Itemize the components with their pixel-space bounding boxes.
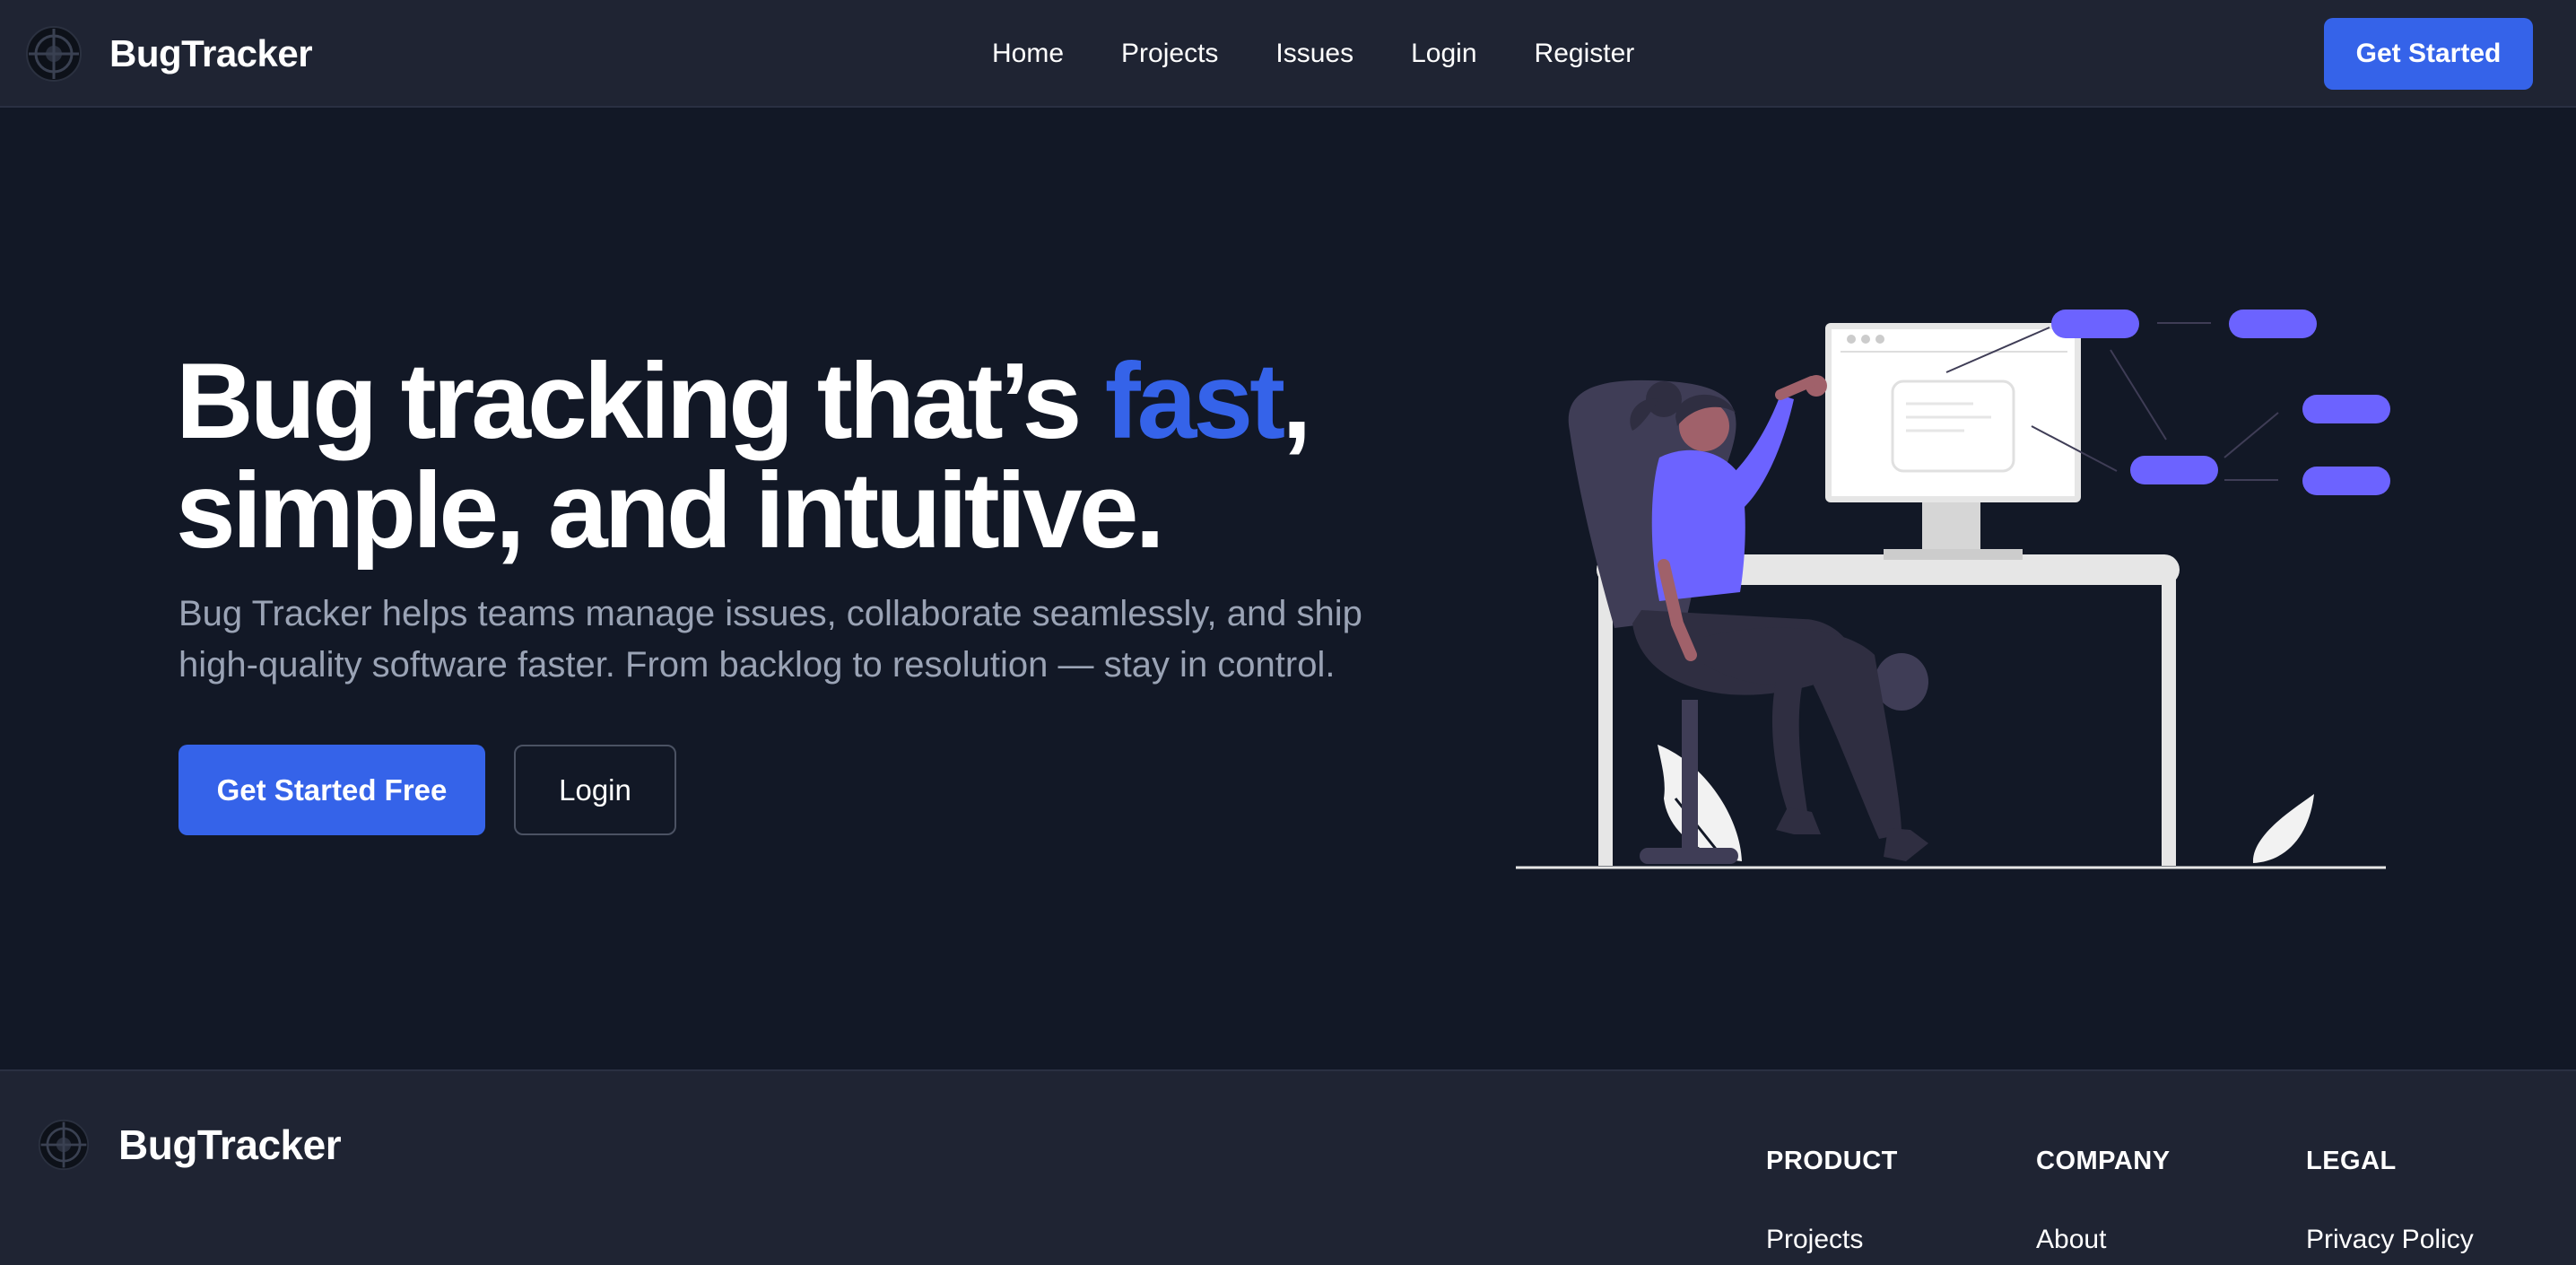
footer-link-about[interactable]: About [2036, 1225, 2106, 1255]
hero-login-button[interactable]: Login [514, 745, 676, 835]
hero-title-line2: simple, and intuitive. [176, 450, 1165, 571]
top-navbar: BugTracker Home Projects Issues Login Re… [0, 0, 2576, 108]
nav-projects-link[interactable]: Projects [1121, 39, 1218, 69]
nav-issues-link[interactable]: Issues [1275, 39, 1353, 69]
brand-home-link[interactable]: BugTracker [25, 23, 313, 84]
hero-subtitle: Bug Tracker helps teams manage issues, c… [178, 594, 1362, 685]
hero-title: Bug tracking that’s fast, simple, and in… [176, 346, 1432, 565]
hero-title-part2: , [1282, 341, 1311, 461]
get-started-button[interactable]: Get Started [2324, 18, 2533, 90]
nav-login-link[interactable]: Login [1411, 39, 1476, 69]
footer-heading-product: PRODUCT [1766, 1147, 1898, 1175]
footer-link-privacy-policy[interactable]: Privacy Policy [2306, 1225, 2474, 1255]
get-started-free-button[interactable]: Get Started Free [178, 745, 485, 835]
footer-heading-legal: LEGAL [2306, 1147, 2397, 1175]
nav-home-link[interactable]: Home [992, 39, 1064, 69]
footer-link-projects[interactable]: Projects [1766, 1225, 1863, 1255]
hero-title-accent: fast [1104, 341, 1285, 461]
bug-target-icon [26, 26, 82, 82]
hero-title-part1: Bug tracking that’s [176, 341, 1105, 461]
person-at-computer-illustration [1516, 310, 2390, 869]
footer-heading-company: COMPANY [2036, 1147, 2171, 1175]
site-footer: BugTracker PRODUCT COMPANY LEGAL Project… [0, 1069, 2576, 1265]
footer-brand-link[interactable]: BugTracker [38, 1118, 342, 1172]
brand-name: BugTracker [109, 32, 313, 74]
footer-brand-name: BugTracker [118, 1121, 342, 1168]
main-nav: Home Projects Issues Login Register [992, 34, 1634, 74]
nav-register-link[interactable]: Register [1535, 39, 1635, 69]
bug-target-icon [38, 1119, 90, 1171]
